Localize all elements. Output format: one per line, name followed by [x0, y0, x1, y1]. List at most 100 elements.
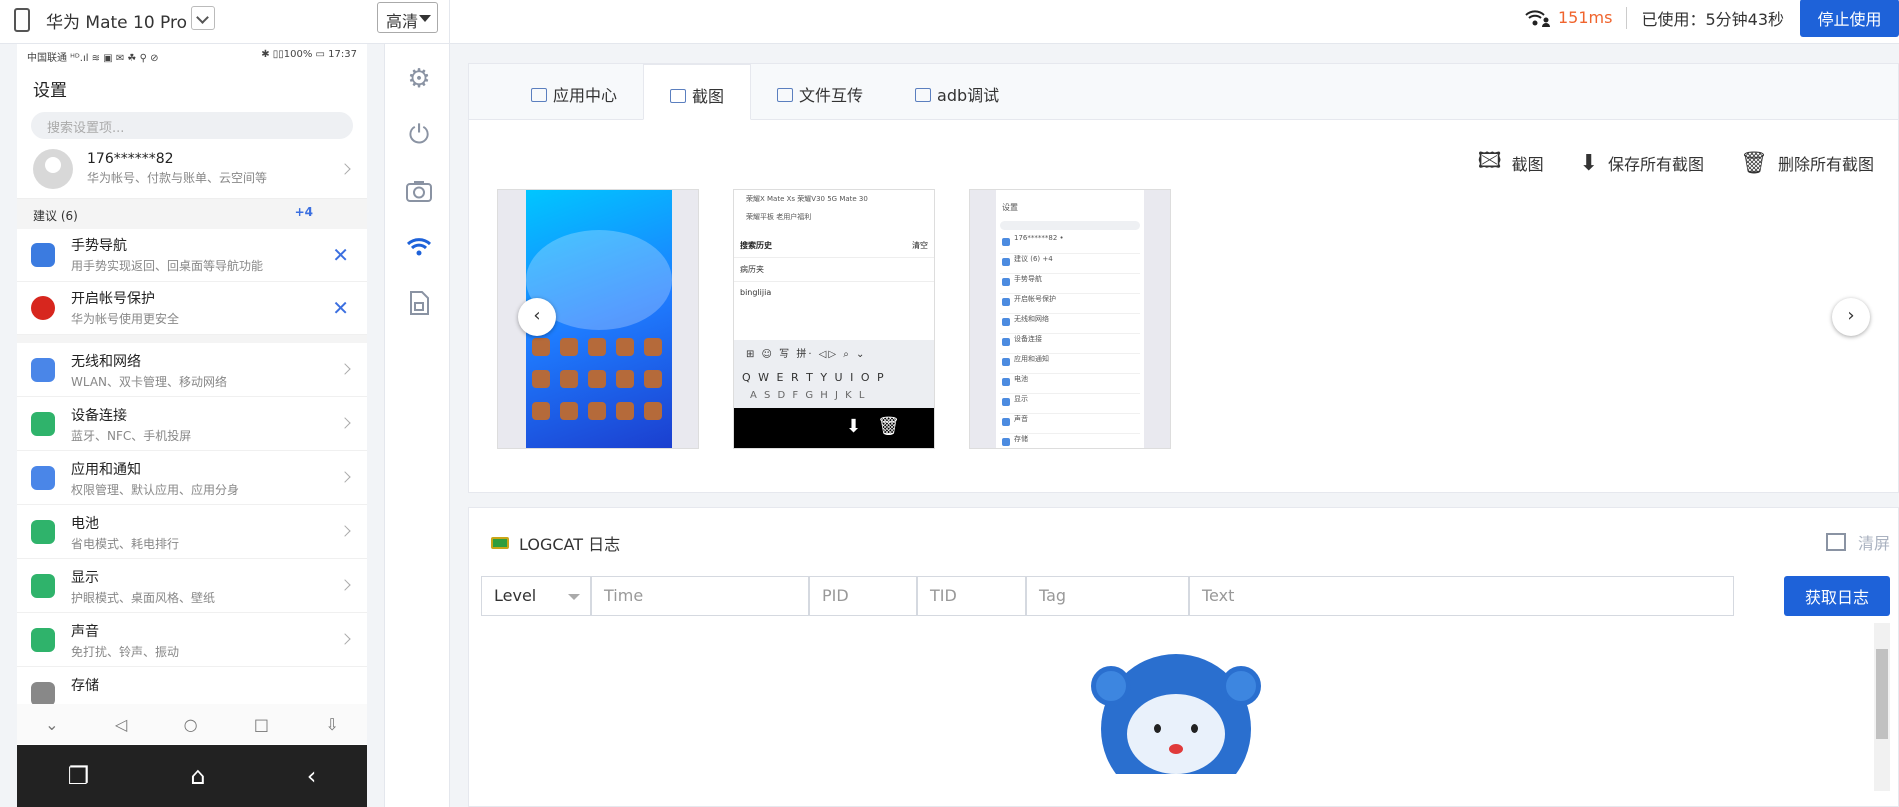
thumb-item: 设备连接 [1000, 334, 1140, 354]
screenshot-thumbnail[interactable]: 设置 176******82 • 建议 (6) +4 手势导航 开启帐号保护 无… [969, 189, 1171, 449]
tab-adb-debug[interactable]: adb调试 [889, 64, 1025, 120]
time-input[interactable]: Time [591, 576, 809, 616]
pid-input[interactable]: PID [809, 576, 917, 616]
suggestions-more[interactable]: +4 [295, 205, 313, 219]
settings-item-display[interactable]: 显示 护眼模式、桌面风格、壁纸 [17, 559, 367, 613]
download-icon: ⬇ [1579, 150, 1599, 176]
clear-screen-button[interactable]: 清屏 [1826, 530, 1890, 554]
camera-icon[interactable] [404, 176, 434, 206]
app-icon [532, 338, 550, 356]
scrollbar-thumb[interactable] [1876, 649, 1888, 739]
device-dropdown-button[interactable] [191, 6, 215, 30]
mascot-ear [1091, 666, 1131, 706]
download-icon[interactable]: ⬇ [846, 416, 877, 437]
close-icon[interactable]: ✕ [332, 296, 349, 320]
back-triangle-icon[interactable]: ◁ [115, 715, 127, 734]
remote-control-bar: ❐ ⌂ ‹ [17, 745, 367, 807]
image-icon [670, 89, 687, 103]
tab-screenshot[interactable]: 截图 [643, 64, 752, 120]
phone-icon [14, 8, 30, 32]
divider [1626, 6, 1628, 29]
suggestion-title: 手势导航 [71, 238, 127, 254]
storage-icon [31, 682, 55, 706]
thumb-item: 声音 [1000, 414, 1140, 434]
mascot-ear [1221, 666, 1261, 706]
settings-search-input[interactable]: 搜索设置项... [31, 112, 353, 139]
wifi-user-icon [1524, 8, 1550, 28]
trash-icon[interactable]: 🗑 [877, 416, 916, 437]
suggestion-item[interactable]: 开启帐号保护 华为帐号使用更安全 ✕ [17, 282, 367, 335]
suggestions-header: 建议 (6) +4 [17, 199, 367, 229]
suggestion-item[interactable]: 手势导航 用手势实现返回、回桌面等导航功能 ✕ [17, 229, 367, 282]
status-right: ✱ ▯▯100% ▭ 17:37 [261, 49, 357, 60]
tab-app-center[interactable]: 应用中心 [505, 64, 643, 120]
tab-label: 应用中心 [553, 86, 618, 105]
settings-item-title: 电池 [71, 516, 99, 532]
settings-item-title: 声音 [71, 624, 99, 640]
tag-input[interactable]: Tag [1026, 576, 1189, 616]
gesture-icon [31, 243, 55, 267]
app-icon [560, 402, 578, 420]
settings-item-battery[interactable]: 电池 省电模式、耗电排行 [17, 505, 367, 559]
mascot-face [1127, 694, 1225, 774]
gear-icon[interactable]: ⚙ [404, 64, 434, 94]
chevron-left-icon[interactable]: ‹ [518, 298, 556, 336]
app-icon [644, 370, 662, 388]
thumb-item: 建议 (6) +4 [1000, 254, 1140, 274]
phone-screen[interactable]: 中国联通 ᴴᴰ.ıl ≋ ▣ ✉ ☘ ⚲ ⊘ ✱ ▯▯100% ▭ 17:37 … [17, 44, 367, 807]
thumb-history-item: 病历夹 [734, 258, 934, 282]
thumb-item: 无线和网络 [1000, 314, 1140, 334]
notification-pull-icon[interactable]: ⇩ [325, 715, 338, 734]
home-circle-icon[interactable]: ○ [184, 715, 198, 734]
delete-all-button[interactable]: 🗑 删除所有截图 [1740, 144, 1874, 182]
app-grid [532, 338, 666, 420]
tid-input[interactable]: TID [917, 576, 1026, 616]
app-icon [588, 402, 606, 420]
app-icon [644, 338, 662, 356]
huawei-icon [31, 296, 55, 320]
settings-item-sound[interactable]: 声音 免打扰、铃声、振动 [17, 613, 367, 667]
text-input[interactable]: Text [1189, 576, 1734, 616]
mascot-eye [1154, 724, 1161, 733]
kb-row: A S D F G H J K L [750, 390, 867, 401]
app-icon [560, 370, 578, 388]
get-log-button[interactable]: 获取日志 [1784, 576, 1890, 616]
power-icon[interactable]: ⏻ [404, 120, 434, 150]
capture-button[interactable]: 🖾 截图 [1478, 144, 1544, 182]
app-icon [532, 370, 550, 388]
thumb-row: 荣耀X Mate Xs 荣耀V30 5G Mate 30 [746, 195, 868, 203]
settings-item-title: 存储 [71, 678, 99, 694]
logcat-panel: LOGCAT 日志 清屏 Level Time PID TID Tag Text… [468, 507, 1899, 807]
multitask-icon[interactable]: ❐ [68, 762, 90, 790]
app-icon [588, 338, 606, 356]
chevron-down-icon[interactable]: ⌄ [45, 715, 58, 734]
settings-item-device-connection[interactable]: 设备连接 蓝牙、NFC、手机投屏 [17, 397, 367, 451]
phone-status-bar: 中国联通 ᴴᴰ.ıl ≋ ▣ ✉ ☘ ⚲ ⊘ ✱ ▯▯100% ▭ 17:37 [17, 44, 367, 68]
log-scrollbar[interactable] [1874, 623, 1890, 791]
stop-use-button[interactable]: 停止使用 [1800, 0, 1899, 37]
account-row[interactable]: 176******82 华为帐号、付款与账单、云空间等 [17, 139, 367, 199]
apk-install-icon[interactable] [404, 288, 434, 318]
suggestions-title: 建议 (6) [33, 209, 78, 223]
thumb-action-bar: ⬇🗑 [734, 408, 934, 448]
account-desc: 华为帐号、付款与账单、云空间等 [87, 171, 268, 185]
home-icon[interactable]: ⌂ [190, 762, 205, 790]
thumb-search [1000, 221, 1140, 230]
settings-item-wireless[interactable]: 无线和网络 WLAN、双卡管理、移动网络 [17, 343, 367, 397]
wifi-icon[interactable] [404, 232, 434, 262]
tab-label: 截图 [692, 87, 725, 106]
tab-file-transfer[interactable]: 文件互传 [751, 64, 889, 120]
chevron-right-icon[interactable]: › [1832, 298, 1870, 336]
screenshot-actions: 🖾 截图 ⬇ 保存所有截图 🗑 删除所有截图 [1478, 144, 1874, 182]
usage-time: 已使用：5分钟43秒 [1641, 9, 1784, 29]
close-icon[interactable]: ✕ [332, 243, 349, 267]
back-icon[interactable]: ‹ [307, 762, 317, 790]
save-all-button[interactable]: ⬇ 保存所有截图 [1580, 144, 1704, 182]
quality-select[interactable]: 高清 [377, 2, 438, 33]
level-select[interactable]: Level [481, 576, 591, 616]
kb-row: Q W E R T Y U I O P [742, 371, 886, 384]
thumb-item: 存储 [1000, 434, 1140, 448]
recents-square-icon[interactable]: □ [254, 715, 269, 734]
settings-item-apps[interactable]: 应用和通知 权限管理、默认应用、应用分身 [17, 451, 367, 505]
screenshot-thumbnail[interactable]: 荣耀X Mate Xs 荣耀V30 5G Mate 30 荣耀平板 老用户福利 … [733, 189, 935, 449]
